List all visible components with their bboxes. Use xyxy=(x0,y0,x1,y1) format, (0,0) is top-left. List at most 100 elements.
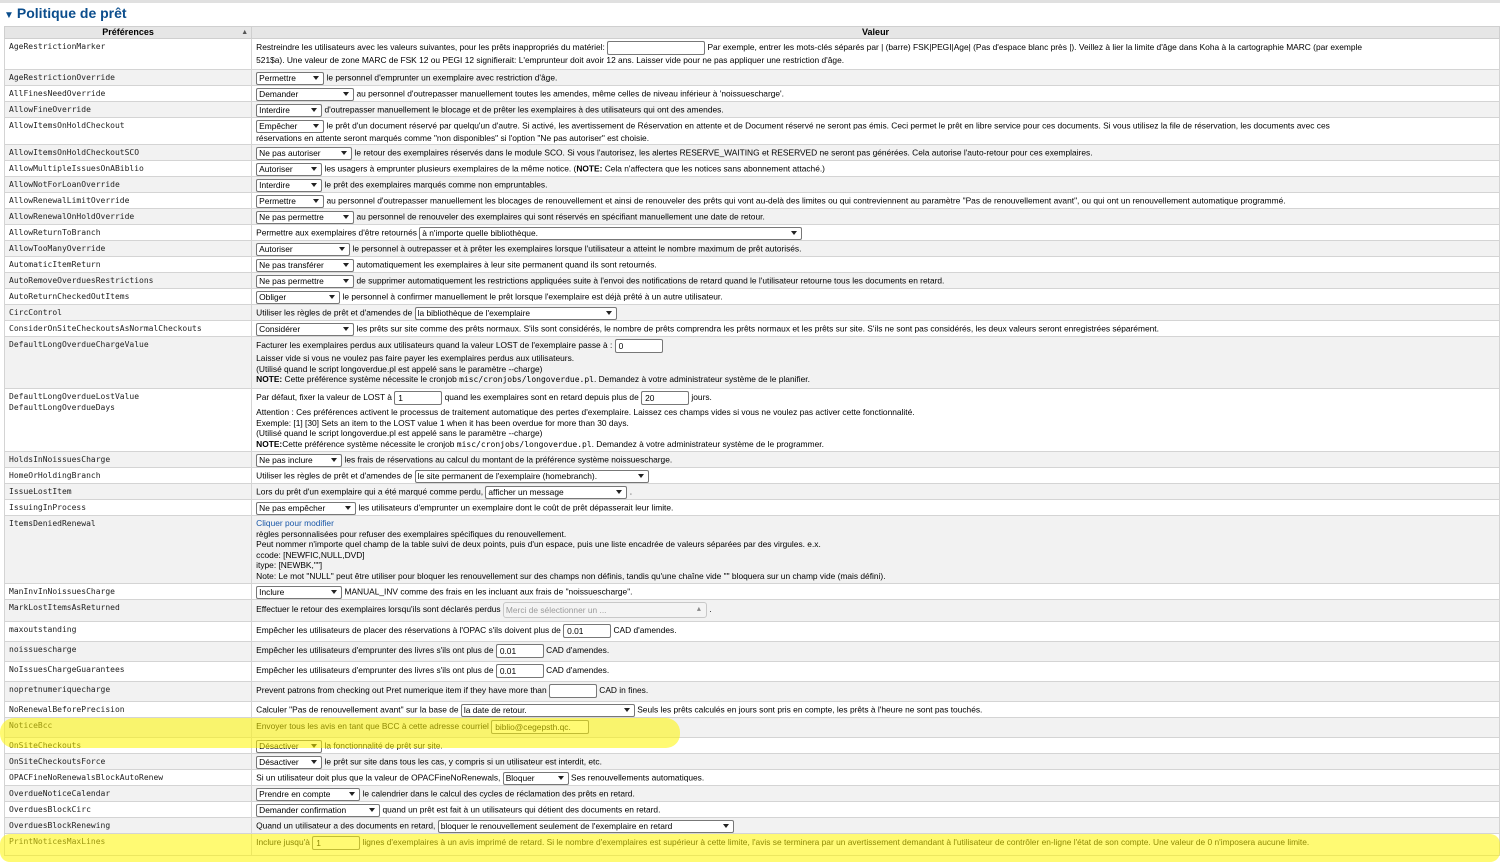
age-restriction-marker-input[interactable] xyxy=(607,41,706,55)
pref-value: Si un utilisateur doit plus que la valeu… xyxy=(251,769,1500,786)
pref-value: Empêcher les utilisateurs d'emprunter de… xyxy=(251,641,1500,662)
pref-name: OverduesBlockRenewing xyxy=(3,817,253,834)
consider-on-site-checkouts-select[interactable]: Considérer xyxy=(256,323,355,336)
pref-name: AllowItemsOnHoldCheckout xyxy=(3,117,253,145)
allow-items-on-hold-checkout-sco-select[interactable]: Ne pas autoriser xyxy=(256,147,353,160)
sort-up-icon: ▲ xyxy=(241,29,249,36)
pref-value: Demander au personnel d'outrepasser manu… xyxy=(251,85,1500,102)
long-overdue-days-input[interactable]: 20 xyxy=(641,391,690,405)
pref-name: maxoutstanding xyxy=(3,621,253,642)
pref-name: IssuingInProcess xyxy=(3,499,253,516)
pref-value: Cliquer pour modifier règles personnalis… xyxy=(251,515,1500,584)
print-notices-max-lines-input[interactable]: 1 xyxy=(312,836,361,850)
pref-row-defaultlongoverduechargevalue: DefaultLongOverdueChargeValue Facturer l… xyxy=(3,336,1500,389)
allow-renewal-on-hold-override-select[interactable]: Ne pas permettre xyxy=(256,211,355,224)
auto-return-checked-out-items-select[interactable]: Obliger xyxy=(256,291,341,304)
pref-name: PrintNoticesMaxLines xyxy=(3,833,253,856)
pref-row-allowitemsonholdcheckoutsco: AllowItemsOnHoldCheckoutSCO Ne pas autor… xyxy=(3,144,1500,161)
items-denied-renewal-edit-link[interactable]: Cliquer pour modifier xyxy=(256,518,1495,529)
issue-lost-item-select[interactable]: afficher un message xyxy=(485,486,628,499)
pref-value: Ne pas inclure les frais de réservations… xyxy=(251,451,1500,468)
allow-renewal-limit-override-select[interactable]: Permettre xyxy=(256,195,325,208)
pref-name: ManInvInNoissuesCharge xyxy=(3,583,253,600)
pref-row-circcontrol: CircControl Utiliser les règles de prêt … xyxy=(3,304,1500,321)
pref-row-opacfinenorenewalsblockautorenew: OPACFineNoRenewalsBlockAutoRenew Si un u… xyxy=(3,769,1500,786)
pref-value: Obliger le personnel à confirmer manuell… xyxy=(251,288,1500,305)
column-header-preferences[interactable]: Préférences ▲ xyxy=(3,26,253,39)
pref-value: Demander confirmation quand un prêt est … xyxy=(251,801,1500,818)
pref-row-norenewalbeforeprecision: NoRenewalBeforePrecision Calculer "Pas d… xyxy=(3,701,1500,718)
section-title[interactable]: ▼ Politique de prêt xyxy=(4,5,127,21)
overdues-block-circ-select[interactable]: Demander confirmation xyxy=(256,804,381,817)
noissuescharge-input[interactable]: 0.01 xyxy=(495,644,544,658)
mark-lost-items-as-returned-multiselect[interactable]: Merci de sélectionner un ... xyxy=(502,602,707,618)
home-or-holding-branch-select[interactable]: le site permanent de l'exemplaire (homeb… xyxy=(414,470,649,483)
allow-too-many-override-select[interactable]: Autoriser xyxy=(256,243,351,256)
overdues-block-renewing-select[interactable]: bloquer le renouvellement seulement de l… xyxy=(437,820,734,833)
maxoutstanding-input[interactable]: 0.01 xyxy=(563,624,612,638)
overdue-notice-calendar-select[interactable]: Prendre en compte xyxy=(256,788,361,801)
pref-row-homeorholdingbranch: HomeOrHoldingBranch Utiliser les règles … xyxy=(3,467,1500,484)
pref-row-nopretnumeriquecharge: nopretnumeriquecharge Prevent patrons fr… xyxy=(3,681,1500,702)
nopretnumeriquecharge-input[interactable] xyxy=(548,684,597,698)
pref-row-allownotforloanoverride: AllowNotForLoanOverride Interdire le prê… xyxy=(3,176,1500,193)
pref-name: OPACFineNoRenewalsBlockAutoRenew xyxy=(3,769,253,786)
collapse-triangle-icon[interactable]: ▼ xyxy=(4,10,14,21)
allow-items-on-hold-checkout-select[interactable]: Empêcher xyxy=(256,120,325,133)
allow-return-to-branch-select[interactable]: à n'importe quelle bibliothèque. xyxy=(419,227,803,240)
on-site-checkouts-force-select[interactable]: Désactiver xyxy=(256,756,323,769)
pref-value: Permettre aux exemplaires d'être retourn… xyxy=(251,224,1500,241)
pref-value: Inclure MANUAL_INV comme des frais en le… xyxy=(251,583,1500,600)
pref-row-printnoticesmaxlines: PrintNoticesMaxLines Inclure jusqu'à 1 l… xyxy=(3,833,1500,856)
pref-row-allfinesneedoverride: AllFinesNeedOverride Demander au personn… xyxy=(3,85,1500,102)
holds-in-noissues-charge-select[interactable]: Ne pas inclure xyxy=(256,454,343,467)
pref-value: Envoyer tous les avis en tant que BCC à … xyxy=(251,717,1500,738)
long-overdue-lost-value-input[interactable]: 1 xyxy=(394,391,443,405)
pref-row-allowfineoverride: AllowFineOverride Interdire d'outrepasse… xyxy=(3,101,1500,118)
issuing-in-process-select[interactable]: Ne pas empêcher xyxy=(256,502,357,515)
pref-value: Ne pas permettre de supprimer automatiqu… xyxy=(251,272,1500,289)
man-inv-in-noissues-charge-select[interactable]: Inclure xyxy=(256,586,343,599)
auto-remove-overdues-restrictions-select[interactable]: Ne pas permettre xyxy=(256,275,355,288)
section-title-text: Politique de prêt xyxy=(16,5,127,21)
pref-value: Quand un utilisateur a des documents en … xyxy=(251,817,1500,834)
circ-control-select[interactable]: la bibliothèque de l'exemplaire xyxy=(414,307,617,320)
pref-name: AllowItemsOnHoldCheckoutSCO xyxy=(3,144,253,161)
pref-name: CircControl xyxy=(3,304,253,321)
opac-fine-no-renewals-block-select[interactable]: Bloquer xyxy=(502,772,569,785)
top-border xyxy=(0,0,1500,3)
pref-name: NoIssuesChargeGuarantees xyxy=(3,661,253,682)
pref-row-autoremoveoverduesrestrictions: AutoRemoveOverduesRestrictions Ne pas pe… xyxy=(3,272,1500,289)
pref-value: Désactiver le prêt sur site dans tous le… xyxy=(251,753,1500,770)
pref-value: Interdire d'outrepasser manuellement le … xyxy=(251,101,1500,118)
pref-name: AllowRenewalLimitOverride xyxy=(3,192,253,209)
pref-value: Empêcher le prêt d'un document réservé p… xyxy=(251,117,1500,145)
age-restriction-override-select[interactable]: Permettre xyxy=(256,72,325,85)
noissuescharge-guarantees-input[interactable]: 0.01 xyxy=(495,664,544,678)
automatic-item-return-select[interactable]: Ne pas transférer xyxy=(256,259,355,272)
allow-fine-override-select[interactable]: Interdire xyxy=(256,104,323,117)
pref-value: Prevent patrons from checking out Pret n… xyxy=(251,681,1500,702)
pref-row-allowitemsonholdcheckout: AllowItemsOnHoldCheckout Empêcher le prê… xyxy=(3,117,1500,145)
pref-value: Désactiver la fonctionnalité de prêt sur… xyxy=(251,737,1500,754)
no-renewal-before-precision-select[interactable]: la date de retour. xyxy=(460,704,635,717)
notice-bcc-email-input[interactable]: biblio@cegepsth.qc. xyxy=(491,720,590,734)
pref-value: Utiliser les règles de prêt et d'amendes… xyxy=(251,467,1500,484)
pref-name: ConsiderOnSiteCheckoutsAsNormalCheckouts xyxy=(3,320,253,337)
pref-value: Ne pas transférer automatiquement les ex… xyxy=(251,256,1500,273)
pref-name: AgeRestrictionOverride xyxy=(3,69,253,86)
pref-row-overduesblockcirc: OverduesBlockCirc Demander confirmation … xyxy=(3,801,1500,818)
pref-value: Calculer "Pas de renouvellement avant" s… xyxy=(251,701,1500,718)
pref-name: OverdueNoticeCalendar xyxy=(3,785,253,802)
pref-value: Effectuer le retour des exemplaires lors… xyxy=(251,599,1500,622)
pref-row-agerestrictionoverride: AgeRestrictionOverride Permettre le pers… xyxy=(3,69,1500,86)
allow-not-for-loan-override-select[interactable]: Interdire xyxy=(256,179,323,192)
pref-value: Permettre le personnel d'emprunter un ex… xyxy=(251,69,1500,86)
pref-name: noissuescharge xyxy=(3,641,253,662)
on-site-checkouts-select[interactable]: Désactiver xyxy=(256,740,323,753)
long-overdue-charge-value-input[interactable]: 0 xyxy=(614,339,663,353)
pref-name: MarkLostItemsAsReturned xyxy=(3,599,253,622)
pref-value: Lors du prêt d'un exemplaire qui a été m… xyxy=(251,483,1500,500)
all-fines-need-override-select[interactable]: Demander xyxy=(256,88,355,101)
allow-multiple-issues-select[interactable]: Autoriser xyxy=(256,163,323,176)
